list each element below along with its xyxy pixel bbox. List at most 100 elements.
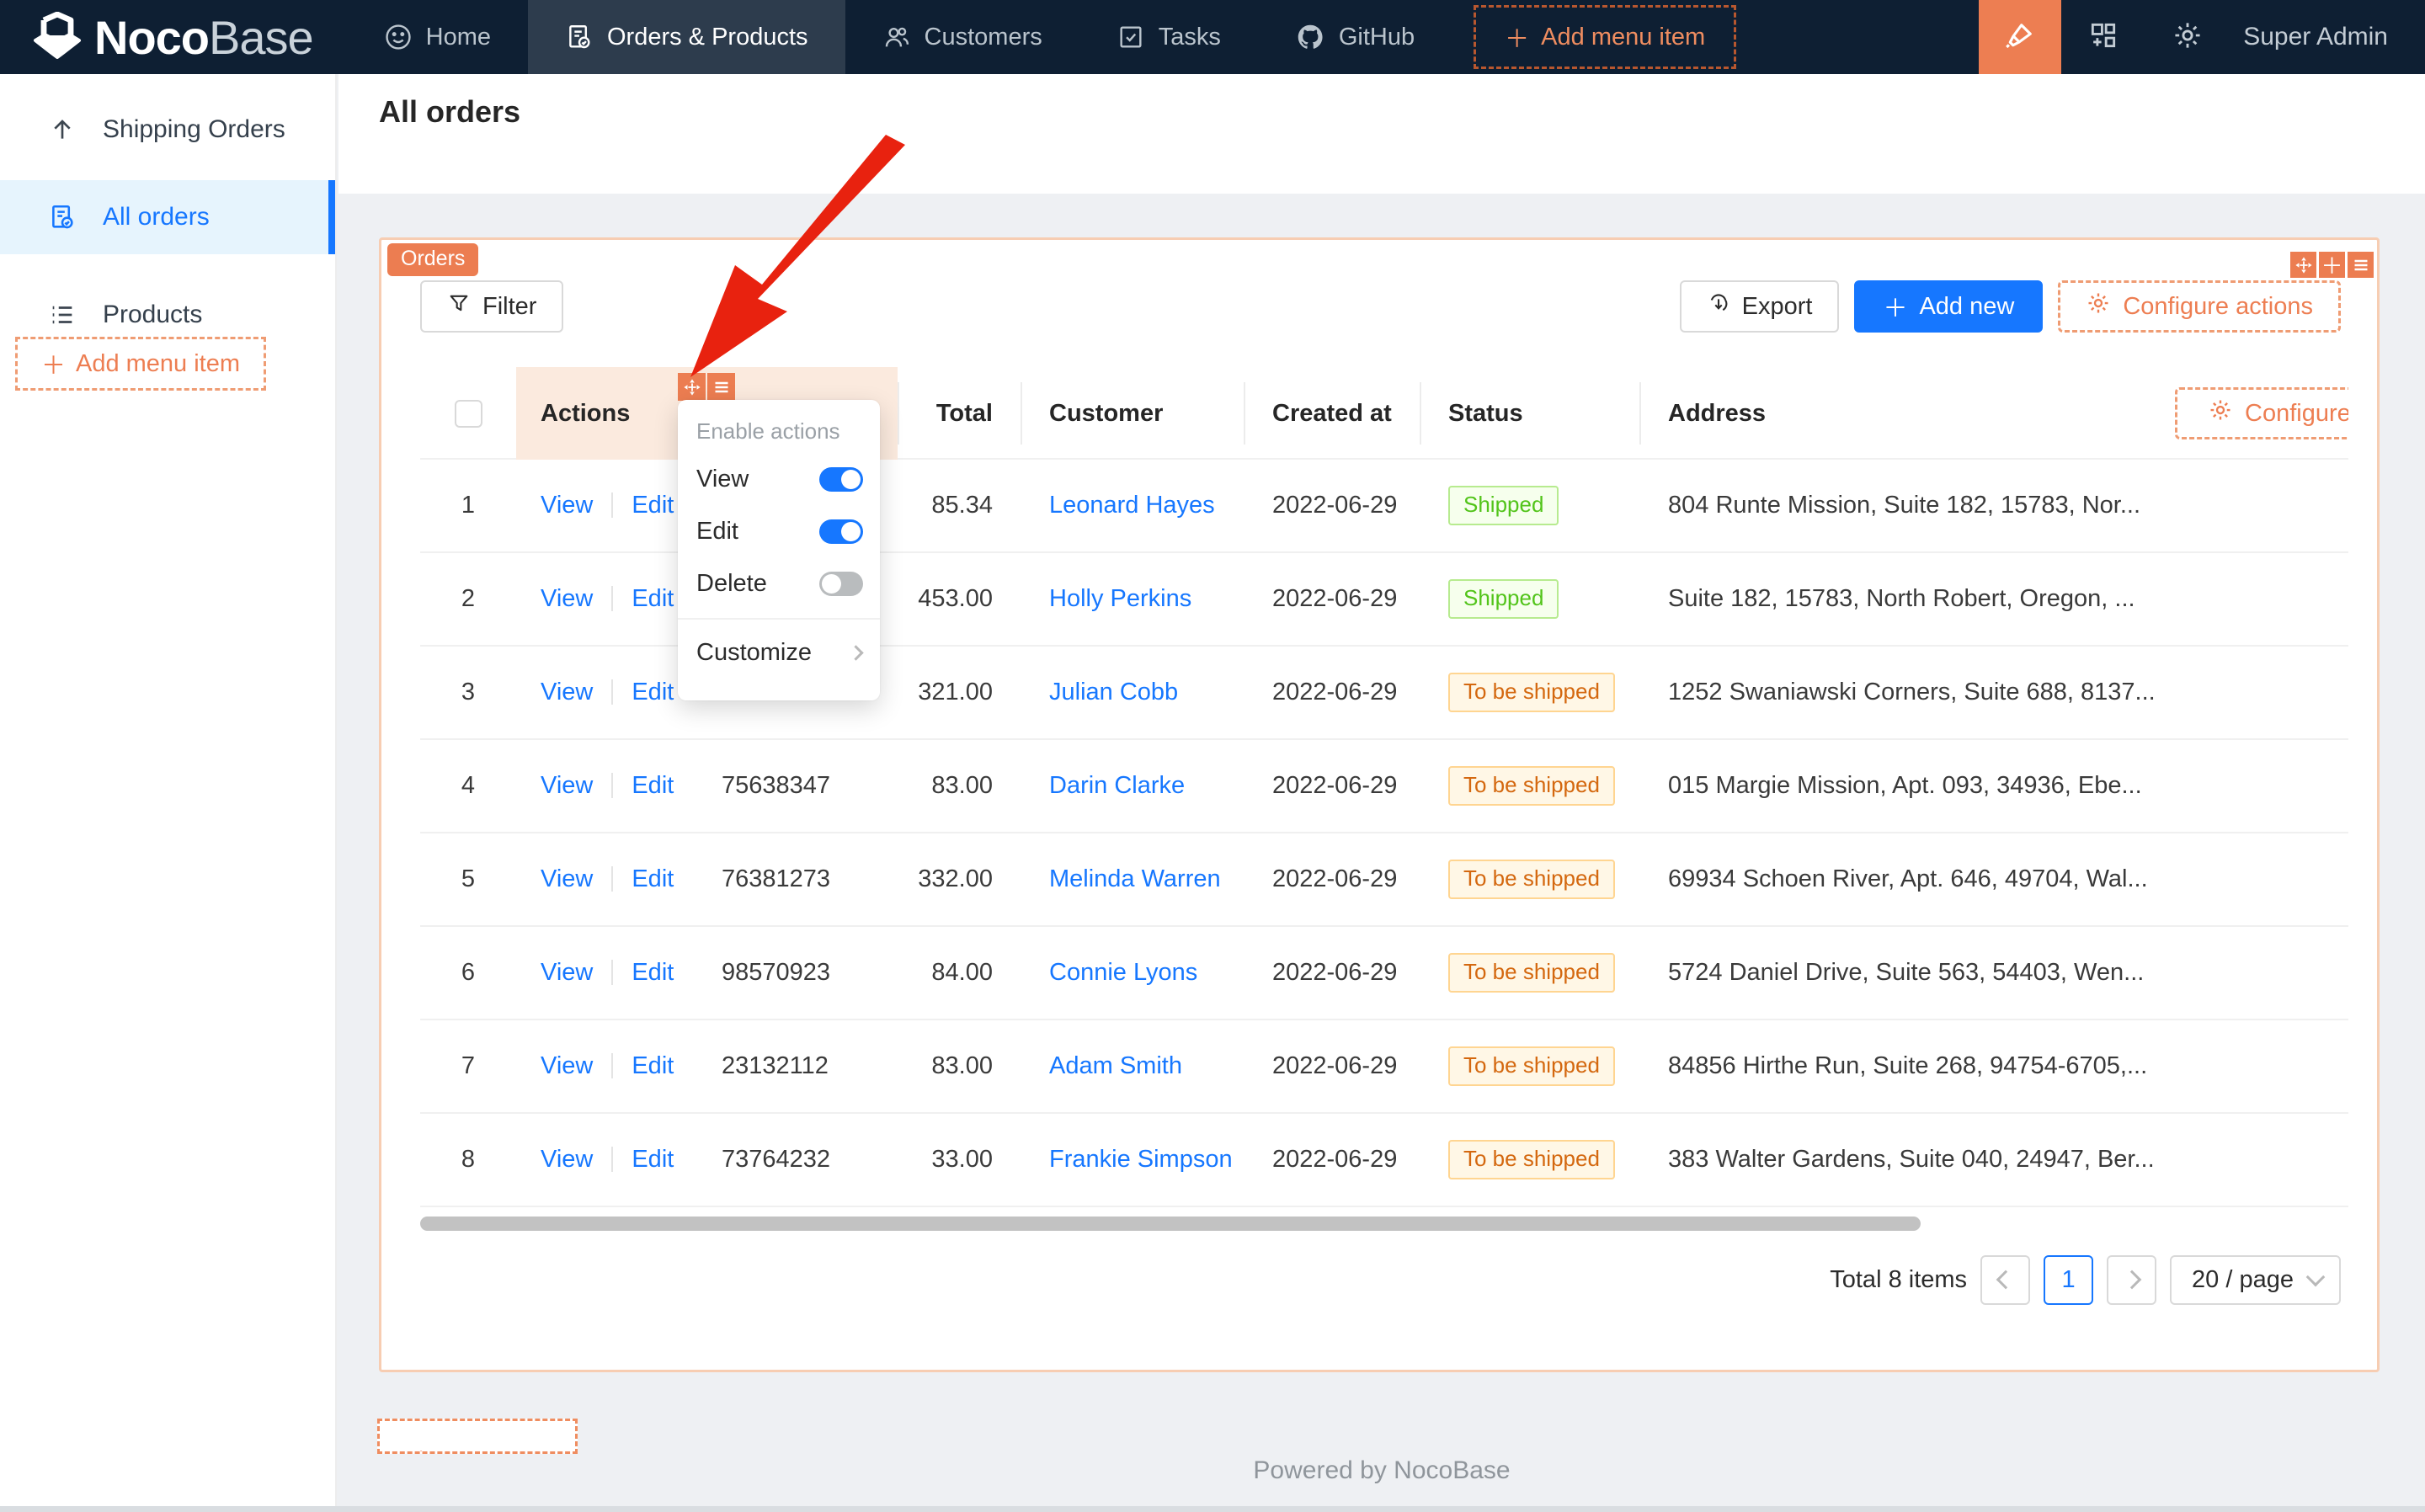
menu-item-home[interactable]: Home [347, 0, 528, 74]
status-badge: Shipped [1448, 486, 1559, 525]
configure-actions-button[interactable]: Configure actions [2058, 280, 2341, 333]
total-column-header: Total [898, 367, 1021, 460]
settings-button[interactable] [2145, 0, 2230, 74]
filter-button[interactable]: Filter [420, 280, 564, 333]
created-at: 2022-06-29 [1272, 679, 1398, 705]
check-square-icon [1117, 23, 1145, 51]
sidebar-item-shipping-orders[interactable]: Shipping Orders [0, 93, 335, 167]
customer-link[interactable]: Julian Cobb [1049, 679, 1178, 705]
edit-toggle[interactable] [819, 519, 863, 544]
drag-handle-icon[interactable] [2290, 252, 2316, 278]
edit-link[interactable]: Edit [632, 959, 674, 986]
brand-logo[interactable]: Noco Base [0, 0, 347, 74]
bottom-divider [0, 1506, 2425, 1512]
customer-link[interactable]: Adam Smith [1049, 1052, 1182, 1079]
block-menu-icon[interactable] [2348, 252, 2374, 278]
order-total: 453.00 [918, 585, 993, 612]
customer-link[interactable]: Frankie Simpson [1049, 1146, 1233, 1173]
github-icon [1295, 22, 1325, 52]
ui-editor-button[interactable] [1979, 0, 2062, 74]
address: 5724 Daniel Drive, Suite 563, 54403, Wen… [1668, 959, 2145, 986]
order-number: 98570923 [722, 959, 831, 986]
nav-add-menu-item-button[interactable]: ＋ Add menu item [1474, 5, 1737, 69]
edit-link[interactable]: Edit [632, 679, 674, 705]
page-size-select[interactable]: 20 / page [2170, 1254, 2341, 1305]
main-menu: Home Orders & Products Customers Tasks G… [347, 0, 1452, 74]
page-footer: Powered by NocoBase [1253, 1456, 1511, 1484]
table-row: 5 View Edit 76381273 332.00 Melinda Warre… [420, 833, 2348, 927]
export-button[interactable]: Export [1679, 280, 1840, 333]
customer-link[interactable]: Darin Clarke [1049, 772, 1185, 799]
view-toggle[interactable] [819, 466, 863, 492]
sidebar: Shipping Orders All orders Products ＋ Ad… [0, 74, 337, 1512]
status-badge: To be shipped [1448, 766, 1615, 806]
configure-columns-button[interactable]: Configure columns [2175, 387, 2348, 439]
drag-handle-icon[interactable] [678, 373, 706, 401]
edit-link[interactable]: Edit [632, 772, 674, 799]
actions-designer-toolbar [678, 373, 735, 401]
created-at: 2022-06-29 [1272, 959, 1398, 986]
download-icon [1707, 291, 1730, 322]
plus-icon: ＋ [409, 1448, 439, 1451]
view-link[interactable]: View [541, 959, 593, 986]
next-page-button[interactable] [2107, 1254, 2157, 1305]
status-badge: Shipped [1448, 579, 1559, 619]
menu-item-tasks[interactable]: Tasks [1079, 0, 1258, 74]
plus-icon: ＋ [1505, 26, 1530, 53]
order-number: 23132112 [722, 1052, 829, 1079]
popup-item-customize[interactable]: Customize [678, 628, 880, 677]
edit-link[interactable]: Edit [632, 492, 674, 519]
user-menu[interactable]: Super Admin [2230, 23, 2425, 51]
view-link[interactable]: View [541, 1146, 593, 1173]
sidebar-add-menu-item-button[interactable]: ＋ Add menu item [15, 337, 266, 391]
add-block-button[interactable]: ＋ Add block [377, 1419, 578, 1454]
column-menu-icon[interactable] [707, 373, 735, 401]
delete-toggle[interactable] [819, 571, 863, 596]
order-total: 321.00 [918, 679, 993, 705]
sidebar-item-all-orders[interactable]: All orders [0, 180, 335, 254]
edit-link[interactable]: Edit [632, 1052, 674, 1079]
edit-link[interactable]: Edit [632, 585, 674, 612]
menu-item-customers[interactable]: Customers [845, 0, 1079, 74]
edit-link[interactable]: Edit [632, 1146, 674, 1173]
add-new-button[interactable]: ＋ Add new [1854, 280, 2044, 333]
customer-link[interactable]: Melinda Warren [1049, 865, 1221, 892]
customer-link[interactable]: Leonard Hayes [1049, 492, 1215, 519]
edit-link[interactable]: Edit [632, 865, 674, 892]
view-link[interactable]: View [541, 585, 593, 612]
popup-item-view[interactable]: View [678, 453, 880, 505]
popup-item-delete[interactable]: Delete [678, 557, 880, 610]
horizontal-scrollbar[interactable] [420, 1217, 1921, 1231]
plugin-manager-button[interactable] [2061, 0, 2145, 74]
popup-title: Enable actions [696, 418, 840, 444]
row-index: 5 [461, 865, 476, 892]
view-link[interactable]: View [541, 865, 593, 892]
brand-name-bold: Noco [94, 10, 210, 64]
customer-link[interactable]: Connie Lyons [1049, 959, 1197, 986]
menu-item-orders-products[interactable]: Orders & Products [528, 0, 845, 74]
address: 84856 Hirthe Run, Suite 268, 94754-6705,… [1668, 1052, 2148, 1079]
table-row: 7 View Edit 23132112 83.00 Adam Smith 202… [420, 1020, 2348, 1114]
select-all-checkbox[interactable] [454, 399, 482, 428]
status-badge: To be shipped [1448, 1046, 1615, 1086]
configure-columns-cell: Configure columns [2158, 367, 2348, 460]
app-root: Noco Base Home Orders & Products Customer… [0, 0, 2425, 1512]
view-link[interactable]: View [541, 492, 593, 519]
menu-item-github[interactable]: GitHub [1258, 0, 1452, 74]
chevron-right-icon [2122, 1270, 2141, 1290]
plus-icon: ＋ [1883, 295, 1908, 322]
status-badge: To be shipped [1448, 860, 1615, 899]
view-link[interactable]: View [541, 772, 593, 799]
view-link[interactable]: View [541, 679, 593, 705]
view-link[interactable]: View [541, 1052, 593, 1079]
page-number-button[interactable]: 1 [2044, 1254, 2094, 1305]
add-block-icon[interactable]: ＋ [2319, 252, 2345, 279]
order-total: 84.00 [931, 959, 993, 986]
popup-item-edit[interactable]: Edit [678, 505, 880, 557]
address: 69934 Schoen River, Apt. 646, 49704, Wal… [1668, 865, 2148, 892]
page-body: Orders ＋ Filter Export ＋ Add new Configu… [338, 194, 2425, 1512]
link-divider [611, 773, 614, 798]
prev-page-button[interactable] [1980, 1254, 2031, 1305]
created-at: 2022-06-29 [1272, 865, 1398, 892]
customer-link[interactable]: Holly Perkins [1049, 585, 1191, 612]
